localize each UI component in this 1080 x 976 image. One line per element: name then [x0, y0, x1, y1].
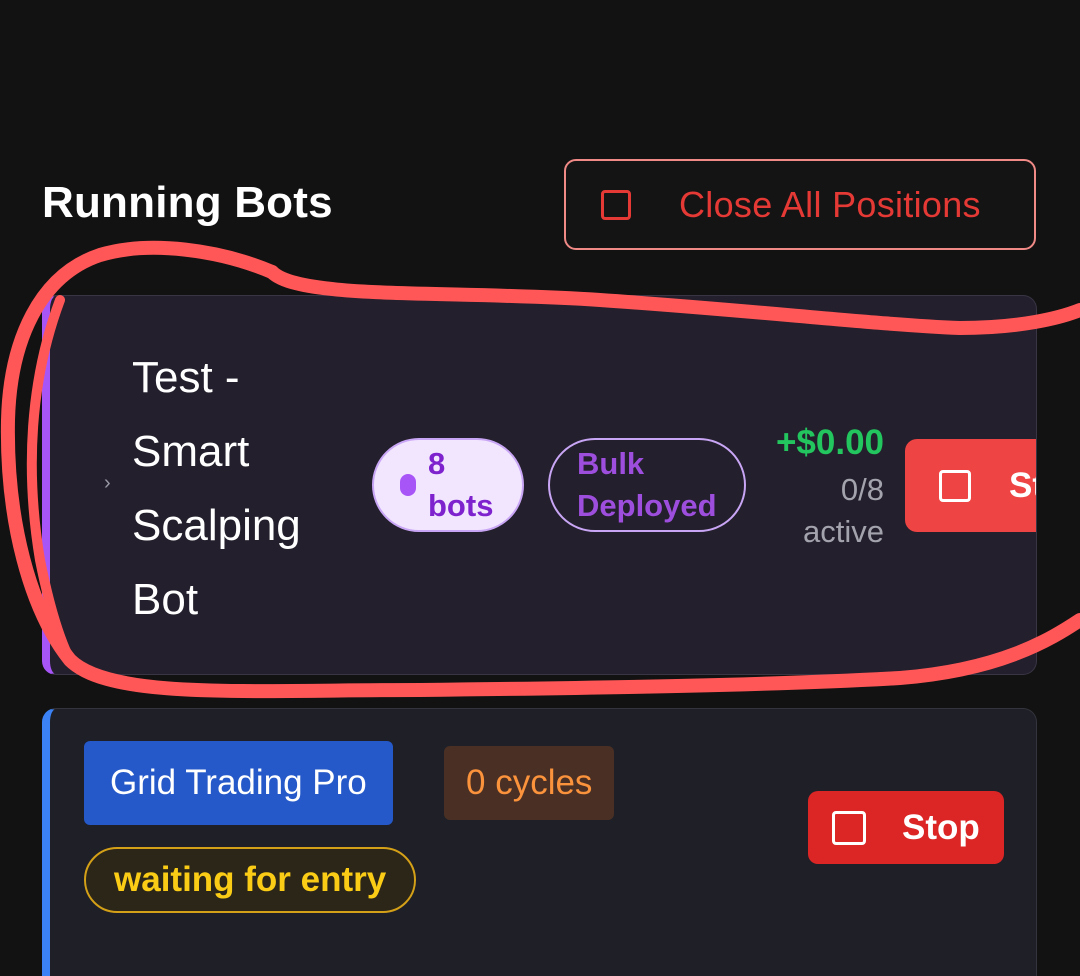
pnl-summary: +$0.00 0/8 active — [774, 423, 884, 553]
page-title: Running Bots — [42, 178, 333, 227]
status-dot-icon — [400, 474, 416, 496]
stop-bot-label: Stop — [902, 807, 980, 847]
bots-count-label: 8 bots — [428, 446, 494, 523]
close-all-positions-button[interactable]: Close All Positions — [564, 159, 1036, 250]
bots-count-badge: 8 bots — [372, 438, 524, 532]
cycles-badge: 0 cycles — [444, 746, 615, 820]
page: Running Bots Close All Positions › Test … — [0, 0, 1080, 976]
stop-group-button[interactable]: St — [905, 439, 1036, 532]
active-count: 0/8 active — [803, 472, 884, 549]
chevron-right-icon[interactable]: › — [104, 472, 111, 495]
deployment-badge: Bulk Deployed — [548, 438, 746, 532]
strategy-badge: Grid Trading Pro — [84, 741, 393, 825]
status-badge: waiting for entry — [84, 847, 417, 913]
bot-card[interactable]: Grid Trading Pro 0 cycles waiting for en… — [42, 708, 1037, 976]
stop-group-label: St — [1009, 465, 1036, 505]
square-stop-icon — [939, 469, 971, 502]
deployment-label: Bulk Deployed — [577, 446, 717, 523]
square-stop-icon — [601, 189, 631, 220]
bot-group-card[interactable]: › Test - Smart Scalping Bot 8 bots Bulk … — [42, 295, 1037, 675]
stop-bot-button[interactable]: Stop — [808, 791, 1004, 864]
pnl-value: +$0.00 — [775, 423, 884, 462]
square-stop-icon — [832, 810, 866, 845]
bot-group-name: Test - Smart Scalping Bot — [132, 353, 301, 624]
close-all-positions-label: Close All Positions — [679, 183, 981, 225]
